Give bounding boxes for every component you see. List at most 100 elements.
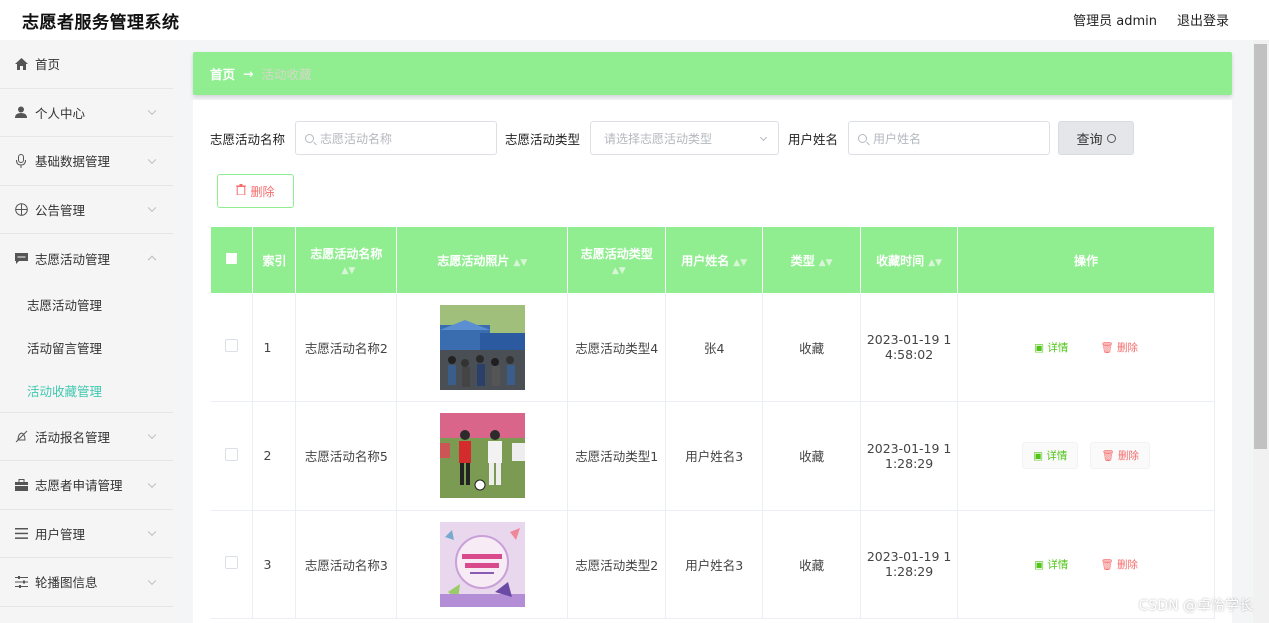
chevron-down-icon bbox=[147, 576, 157, 585]
header-actions: 操作 bbox=[957, 227, 1215, 293]
batch-delete-button[interactable]: 删除 bbox=[217, 174, 294, 208]
compass-icon bbox=[14, 202, 28, 216]
trash-icon: 🗑 bbox=[1100, 558, 1117, 571]
row-kind: 收藏 bbox=[762, 510, 862, 619]
header-activity-name[interactable]: 志愿活动名称 ▲▼ bbox=[295, 227, 398, 293]
main-content: 志愿活动名称 志愿活动名称 志愿活动类型 请选择志愿活动类型 用户姓名 用户姓名… bbox=[193, 100, 1232, 623]
chevron-down-icon bbox=[147, 106, 157, 116]
mic-icon bbox=[14, 153, 28, 168]
submenu-item-activity-management[interactable]: 志愿活动管理 bbox=[0, 283, 173, 326]
submenu-volunteer-activities: 志愿活动管理 活动留言管理 活动收藏管理 bbox=[0, 282, 173, 413]
row-favorite-time: 2023-01-19 1 1:28:29 bbox=[860, 401, 959, 511]
trash-icon: 🗑 bbox=[1101, 450, 1118, 463]
sidebar-item-signup-management[interactable]: 活动报名管理 bbox=[0, 413, 173, 461]
sidebar-item-volunteer-application[interactable]: 志愿者申请管理 bbox=[0, 461, 173, 510]
row-actions: ▣ 详情 🗑 删除 bbox=[957, 293, 1215, 402]
delete-button[interactable]: 🗑 删除 bbox=[1090, 552, 1148, 577]
row-index: 2 bbox=[252, 401, 297, 511]
sidebar-item-home[interactable]: 首页 bbox=[0, 40, 173, 89]
search-icon bbox=[305, 133, 315, 143]
row-activity-name: 志愿活动名称3 bbox=[295, 510, 398, 619]
row-photo-cell bbox=[396, 510, 569, 619]
breadcrumb-home[interactable]: 首页 bbox=[210, 64, 235, 83]
header-type[interactable]: 类型 ▲▼ bbox=[762, 227, 862, 293]
user-name-input[interactable]: 用户姓名 bbox=[848, 121, 1051, 155]
row-activity-name: 志愿活动名称5 bbox=[295, 401, 398, 511]
header-user-name[interactable]: 用户姓名 ▲▼ bbox=[665, 227, 764, 293]
row-checkbox[interactable] bbox=[211, 510, 254, 619]
filter-name-label: 志愿活动名称 bbox=[210, 131, 286, 147]
row-user-name: 用户姓名3 bbox=[665, 510, 764, 619]
chevron-down-icon bbox=[147, 430, 157, 440]
delete-button[interactable]: 🗑 删除 bbox=[1090, 335, 1148, 360]
delete-button[interactable]: 🗑 删除 bbox=[1090, 442, 1150, 470]
activity-name-placeholder: 志愿活动名称 bbox=[320, 131, 393, 146]
sidebar-item-basic-data[interactable]: 基础数据管理 bbox=[0, 137, 173, 186]
activity-type-select[interactable]: 请选择志愿活动类型 bbox=[590, 121, 780, 155]
sort-icon: ▲▼ bbox=[611, 265, 626, 276]
activity-photo[interactable] bbox=[439, 304, 525, 390]
chat-icon bbox=[14, 251, 28, 265]
sidebar-item-label: 基础数据管理 bbox=[35, 154, 111, 170]
breadcrumb-arrow-icon: → bbox=[243, 66, 254, 81]
user-name-placeholder: 用户姓名 bbox=[873, 131, 922, 146]
header-activity-type[interactable]: 志愿活动类型 ▲▼ bbox=[567, 227, 667, 293]
sidebar-item-carousel[interactable]: 轮播图信息 bbox=[0, 558, 173, 607]
batch-delete-label: 删除 bbox=[250, 184, 275, 199]
briefcase-icon bbox=[14, 478, 28, 492]
row-favorite-time: 2023-01-19 1 1:28:29 bbox=[860, 510, 959, 619]
sort-icon: ▲▼ bbox=[928, 257, 943, 268]
top-right-actions: 管理员 admin 退出登录 bbox=[1073, 10, 1229, 29]
row-checkbox[interactable] bbox=[211, 401, 254, 511]
row-activity-type: 志愿活动类型2 bbox=[567, 510, 667, 619]
submenu-item-activity-favorites[interactable]: 活动收藏管理 bbox=[0, 369, 173, 412]
row-index: 3 bbox=[252, 510, 297, 619]
chevron-down-icon bbox=[147, 479, 157, 488]
bell-off-icon bbox=[14, 429, 28, 443]
activity-photo[interactable] bbox=[439, 413, 525, 499]
row-user-name: 张4 bbox=[665, 293, 764, 402]
activity-type-placeholder: 请选择志愿活动类型 bbox=[604, 131, 713, 146]
header-favorite-time[interactable]: 收藏时间 ▲▼ bbox=[860, 227, 959, 293]
sidebar-item-volunteer-activities[interactable]: 志愿活动管理 bbox=[0, 234, 173, 283]
row-checkbox[interactable] bbox=[211, 293, 254, 402]
activity-name-input[interactable]: 志愿活动名称 bbox=[295, 121, 498, 155]
document-icon: ▣ bbox=[1033, 450, 1047, 463]
scrollbar-thumb[interactable] bbox=[1254, 44, 1267, 449]
chevron-up-icon bbox=[147, 255, 157, 265]
detail-button[interactable]: ▣ 详情 bbox=[1024, 552, 1078, 577]
chevron-down-icon bbox=[147, 203, 157, 213]
vertical-scrollbar[interactable] bbox=[1253, 40, 1269, 623]
app-title: 志愿者服务管理系统 bbox=[22, 13, 180, 33]
filter-row: 志愿活动名称 志愿活动名称 志愿活动类型 请选择志愿活动类型 用户姓名 用户姓名… bbox=[210, 121, 1135, 155]
sidebar-item-label: 用户管理 bbox=[35, 526, 86, 542]
table-row: 1 志愿活动名称2 志愿活动类型4 张4 收藏 2023-01-19 1 4:5… bbox=[211, 293, 1215, 402]
sidebar-item-label: 首页 bbox=[35, 57, 61, 73]
home-icon bbox=[14, 57, 28, 71]
detail-button[interactable]: ▣ 详情 bbox=[1024, 335, 1078, 360]
activity-photo[interactable] bbox=[439, 521, 525, 607]
select-all-checkbox[interactable] bbox=[211, 227, 254, 293]
sidebar-item-label: 个人中心 bbox=[35, 105, 86, 121]
sidebar-item-label: 活动报名管理 bbox=[35, 429, 111, 445]
breadcrumb-current: 活动收藏 bbox=[261, 67, 312, 82]
row-activity-name: 志愿活动名称2 bbox=[295, 293, 398, 402]
sidebar-item-user-management[interactable]: 用户管理 bbox=[0, 510, 173, 558]
admin-user-label[interactable]: 管理员 admin bbox=[1073, 10, 1157, 29]
search-icon bbox=[858, 133, 868, 143]
menu-icon bbox=[14, 526, 28, 540]
document-icon: ▣ bbox=[1034, 341, 1048, 354]
user-icon bbox=[14, 105, 28, 119]
row-photo-cell bbox=[396, 401, 569, 511]
header-activity-photo[interactable]: 志愿活动照片 ▲▼ bbox=[396, 227, 569, 293]
row-activity-type: 志愿活动类型4 bbox=[567, 293, 667, 402]
filter-type-label: 志愿活动类型 bbox=[505, 131, 581, 147]
sidebar-item-personal-center[interactable]: 个人中心 bbox=[0, 89, 173, 137]
detail-button[interactable]: ▣ 详情 bbox=[1022, 442, 1079, 470]
row-kind: 收藏 bbox=[762, 401, 862, 511]
submenu-item-activity-comments[interactable]: 活动留言管理 bbox=[0, 326, 173, 369]
logout-link[interactable]: 退出登录 bbox=[1177, 10, 1229, 29]
query-button[interactable]: 查询 bbox=[1058, 121, 1135, 155]
sidebar-item-announcements[interactable]: 公告管理 bbox=[0, 186, 173, 234]
document-icon: ▣ bbox=[1034, 558, 1048, 571]
